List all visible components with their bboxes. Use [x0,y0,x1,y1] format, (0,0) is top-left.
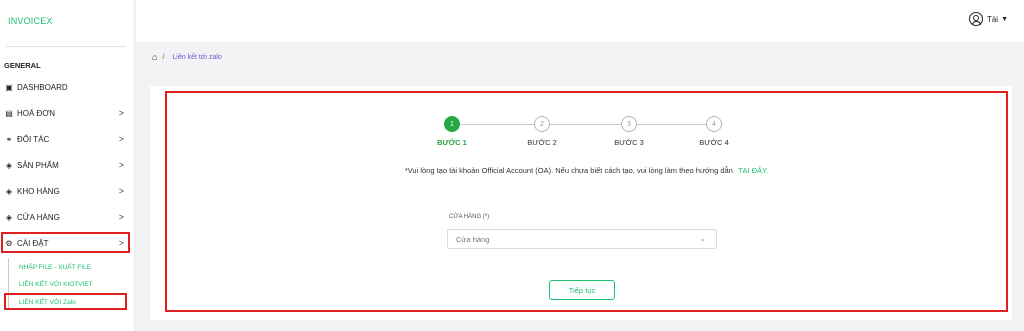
breadcrumb: ⌂ / Liên kết tới zalo [152,52,222,62]
chevron-right-icon: > [118,212,124,222]
sidebar: INVOICEX GENERAL ▣ DASHBOARD ▤ HOÁ ĐƠN >… [0,0,135,331]
chevron-down-icon: ⌄ [699,234,706,243]
store-icon: ◈ [5,212,13,222]
stepper: 1 BƯỚC 1 2 BƯỚC 2 3 BƯỚC 3 4 BƯỚC 4 [437,115,740,155]
breadcrumb-current: Liên kết tới zalo [172,53,222,61]
breadcrumb-separator: / [162,53,165,61]
sidebar-item-partner[interactable]: ⚭ ĐỐI TÁC > [0,129,133,149]
continue-button[interactable]: Tiếp tục [549,280,615,300]
chevron-right-icon: > [118,186,124,196]
product-icon: ◈ [5,160,13,170]
sidebar-item-invoice[interactable]: ▤ HOÁ ĐƠN > [0,103,133,123]
invoice-icon: ▤ [5,108,13,118]
highlight-settings [1,232,130,253]
sidebar-item-label: CỬA HÀNG [17,212,60,222]
sidebar-item-store[interactable]: ◈ CỬA HÀNG > [0,207,133,227]
sidebar-item-label: DASHBOARD [17,82,68,92]
warehouse-icon: ◈ [5,186,13,196]
store-field-label: CỬA HÀNG (*) [449,214,490,220]
user-circle-icon [968,12,983,26]
step-number: 4 [706,116,722,132]
top-bar: Tài ▼ [136,0,1024,42]
sidebar-item-label: SẢN PHẨM [17,160,59,170]
step-3: 3 BƯỚC 3 [604,115,654,147]
divider [6,46,126,47]
step-2: 2 BƯỚC 2 [517,115,567,147]
brand-logo[interactable]: INVOICEX [8,16,53,26]
sidebar-item-label: HOÁ ĐƠN [17,108,55,118]
step-1: 1 BƯỚC 1 [427,115,477,147]
step-label: BƯỚC 3 [614,138,644,147]
sidebar-item-dashboard[interactable]: ▣ DASHBOARD [0,77,133,97]
step-label: BƯỚC 1 [437,138,467,147]
step-number: 1 [444,116,460,132]
step-number: 2 [534,116,550,132]
submenu-item-kiotviet[interactable]: LIÊN KẾT VỚI KIOTVIET [0,277,93,291]
chevron-right-icon: > [118,108,124,118]
chevron-right-icon: > [118,160,124,170]
step-label: BƯỚC 2 [527,138,557,147]
submenu-item-import-export[interactable]: NHẬP FILE - XUẤT FILE [0,260,91,274]
sidebar-item-label: ĐỐI TÁC [17,134,50,144]
store-select[interactable]: Cửa hàng ⌄ [447,229,717,249]
user-menu[interactable]: Tài ▼ [968,12,1008,26]
user-name: Tài [986,14,999,24]
highlight-zalo-link [4,293,127,310]
instruction-body: *Vui lòng tạo tài khoản Official Account… [404,166,733,175]
section-title: GENERAL [4,61,41,70]
instruction-link[interactable]: TẠI ĐÂY. [738,166,768,175]
home-icon[interactable]: ⌂ [152,52,157,62]
caret-down-icon: ▼ [1001,15,1008,23]
instruction-text: *Vui lòng tạo tài khoản Official Account… [165,166,1008,175]
sidebar-item-label: KHO HÀNG [17,186,60,196]
dashboard-icon: ▣ [5,82,13,92]
chevron-right-icon: > [118,134,124,144]
step-number: 3 [621,116,637,132]
store-select-placeholder: Cửa hàng [456,234,490,244]
step-label: BƯỚC 4 [699,138,729,147]
sidebar-item-product[interactable]: ◈ SẢN PHẨM > [0,155,133,175]
handshake-icon: ⚭ [5,134,13,144]
sidebar-item-warehouse[interactable]: ◈ KHO HÀNG > [0,181,133,201]
step-4: 4 BƯỚC 4 [689,115,739,147]
